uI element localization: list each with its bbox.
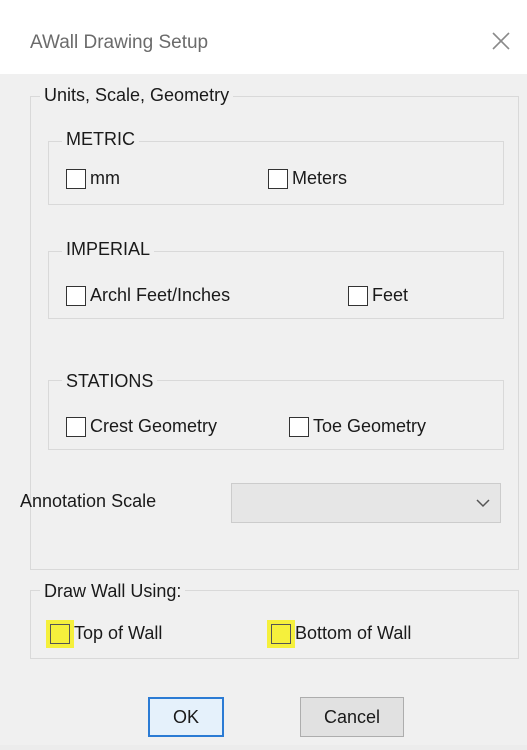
mm-checkbox[interactable]: mm <box>66 168 120 189</box>
close-icon <box>492 32 510 50</box>
mm-checkbox-label: mm <box>90 168 120 188</box>
top-of-wall-checkbox-box[interactable] <box>46 619 74 648</box>
top-of-wall-checkbox[interactable]: Top of Wall <box>46 619 163 648</box>
feet-checkbox-label: Feet <box>372 285 409 305</box>
feet-checkbox-box[interactable] <box>348 285 368 306</box>
archl-feet-inches-checkbox-box[interactable] <box>66 285 86 306</box>
feet-checkbox[interactable]: Feet <box>348 285 408 306</box>
screen: AWall Drawing Setup Units, Scale, Geomet… <box>0 0 527 750</box>
bottom-of-wall-checkbox-box[interactable] <box>267 619 295 648</box>
units-scale-geometry-label: Units, Scale, Geometry <box>40 84 234 106</box>
archl-feet-inches-checkbox[interactable]: Archl Feet/Inches <box>66 285 230 306</box>
top-of-wall-checkbox-label: Top of Wall <box>74 623 163 643</box>
ok-button[interactable]: OK <box>148 697 224 737</box>
archl-feet-inches-checkbox-label: Archl Feet/Inches <box>90 285 231 305</box>
meters-checkbox-label: Meters <box>292 168 348 188</box>
draw-wall-label: Draw Wall Using: <box>40 580 186 602</box>
metric-label: METRIC <box>62 128 139 150</box>
background-strip-bottom <box>0 745 527 750</box>
toe-geometry-checkbox[interactable]: Toe Geometry <box>289 416 426 437</box>
meters-checkbox-box[interactable] <box>268 168 288 189</box>
crest-geometry-checkbox[interactable]: Crest Geometry <box>66 416 217 437</box>
crest-geometry-checkbox-box[interactable] <box>66 416 86 437</box>
window-title: AWall Drawing Setup <box>30 32 209 53</box>
toe-geometry-checkbox-label: Toe Geometry <box>313 416 427 436</box>
annotation-scale-label: Annotation Scale <box>20 491 157 511</box>
bottom-of-wall-checkbox-label: Bottom of Wall <box>295 623 412 643</box>
meters-checkbox[interactable]: Meters <box>268 168 347 189</box>
crest-geometry-checkbox-label: Crest Geometry <box>90 416 218 436</box>
annotation-scale-dropdown[interactable] <box>231 483 501 523</box>
mm-checkbox-box[interactable] <box>66 168 86 189</box>
toe-geometry-checkbox-box[interactable] <box>289 416 309 437</box>
chevron-down-icon <box>476 499 490 508</box>
bottom-of-wall-checkbox[interactable]: Bottom of Wall <box>267 619 412 648</box>
cancel-button[interactable]: Cancel <box>300 697 404 737</box>
stations-label: STATIONS <box>62 370 158 392</box>
imperial-label: IMPERIAL <box>62 238 155 260</box>
close-button[interactable] <box>484 24 518 58</box>
